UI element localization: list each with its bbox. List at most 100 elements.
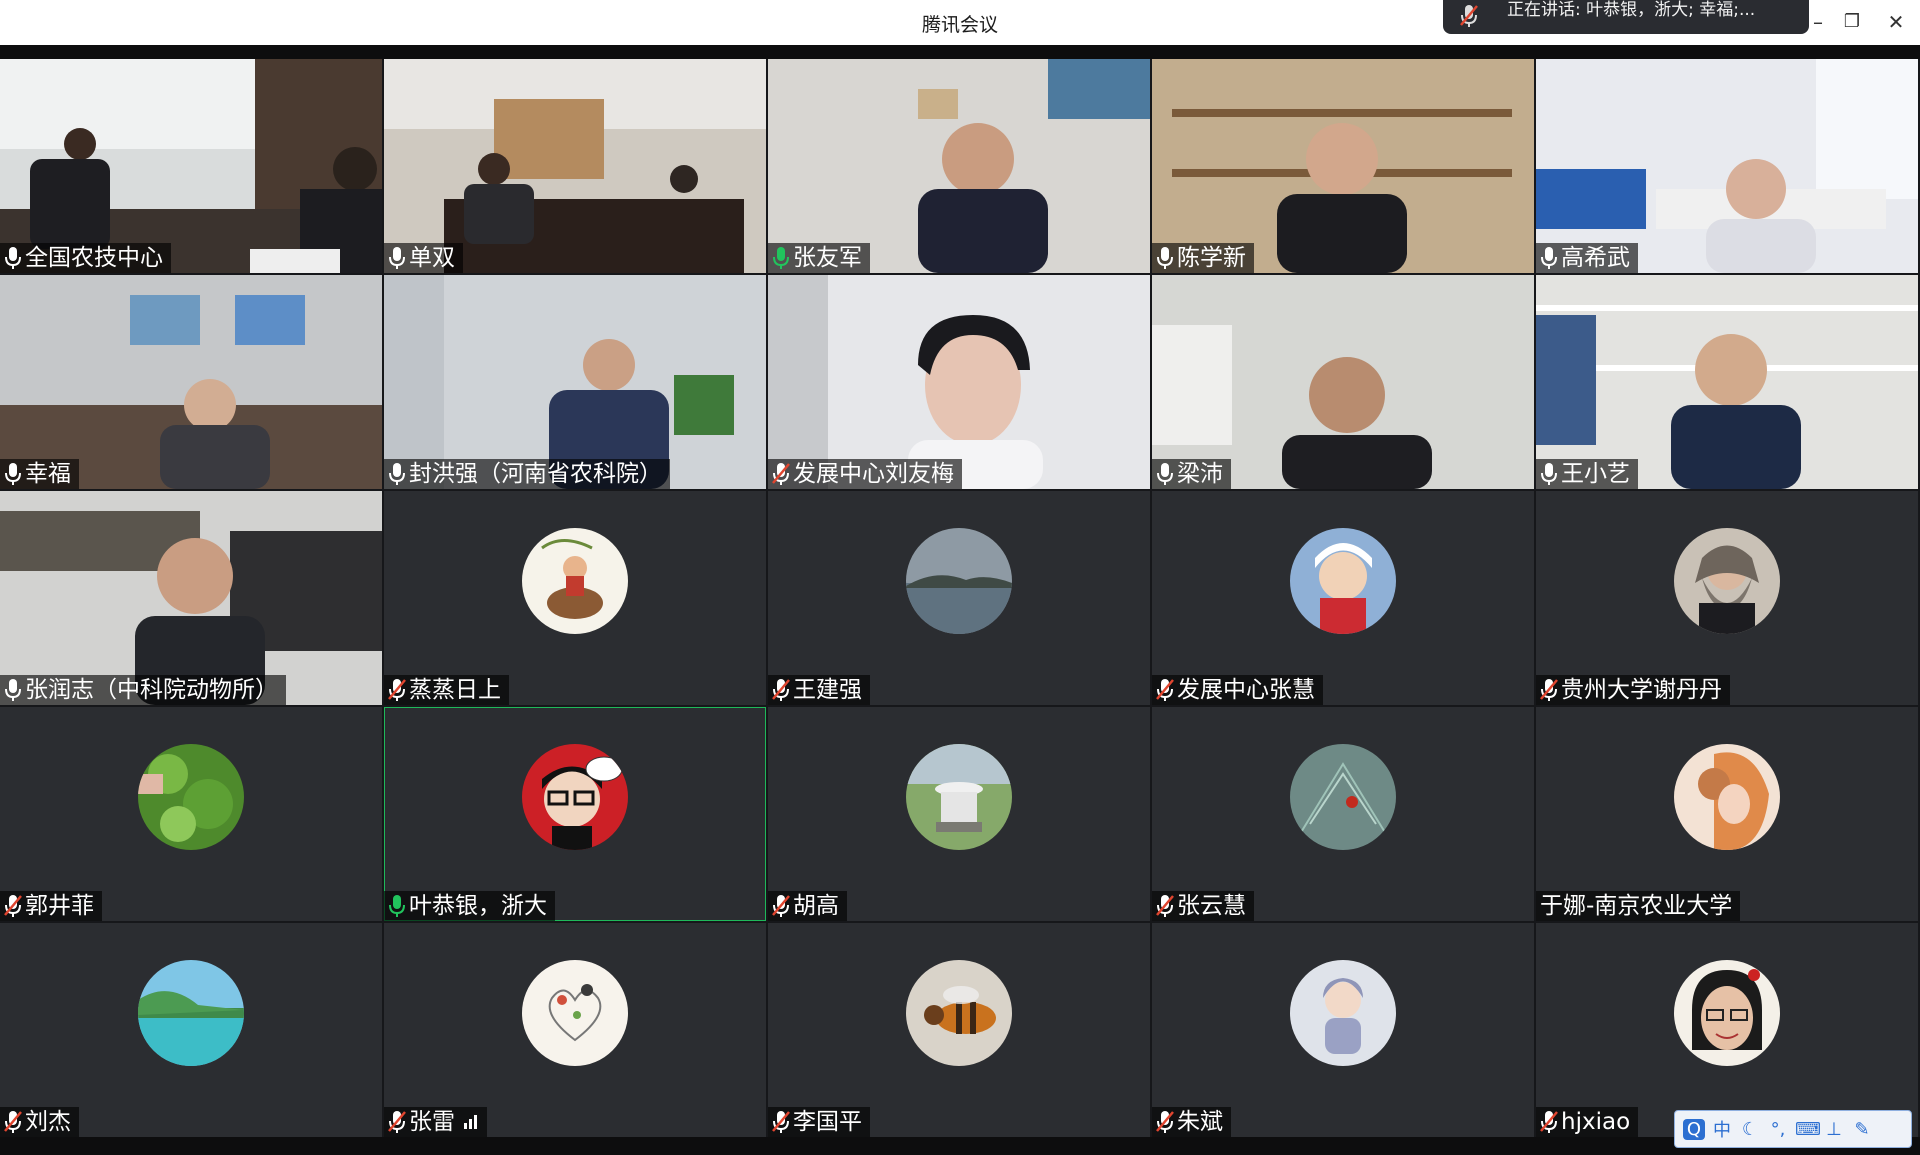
bottom-bar xyxy=(0,1137,1920,1155)
name-tag: 张云慧 xyxy=(1152,891,1254,921)
participant-tile[interactable]: 全国农技中心 xyxy=(0,59,382,273)
mic-icon xyxy=(1156,462,1174,486)
participant-tile[interactable]: 张友军 xyxy=(768,59,1150,273)
keyboard-icon[interactable]: ⌨ xyxy=(1795,1119,1821,1140)
participant-name: 刘杰 xyxy=(25,1109,71,1135)
name-tag: 陈学新 xyxy=(1152,243,1254,273)
participant-name: 发展中心张慧 xyxy=(1177,677,1315,703)
mic-icon xyxy=(4,246,22,270)
participant-tile[interactable]: 单双 xyxy=(384,59,766,273)
name-tag: 单双 xyxy=(384,243,463,273)
participant-tile[interactable]: 贵州大学谢丹丹 xyxy=(1536,491,1918,705)
name-tag: 朱斌 xyxy=(1152,1107,1231,1137)
participant-name: 朱斌 xyxy=(1177,1109,1223,1135)
ime-lang[interactable]: 中 xyxy=(1711,1116,1733,1142)
video-feed xyxy=(1152,59,1534,273)
participant-tile[interactable]: 梁沛 xyxy=(1152,275,1534,489)
participant-tile[interactable]: 发展中心刘友梅 xyxy=(768,275,1150,489)
mic-icon xyxy=(1540,462,1558,486)
name-tag: 叶恭银，浙大 xyxy=(384,891,555,921)
participant-tile[interactable]: 幸福 xyxy=(0,275,382,489)
mic-muted-icon xyxy=(1156,678,1174,702)
mic-icon xyxy=(388,894,406,918)
name-tag: 发展中心张慧 xyxy=(1152,675,1323,705)
participant-name: 梁沛 xyxy=(1177,461,1223,487)
participant-name: 张友军 xyxy=(793,245,862,271)
participant-tile[interactable]: 张云慧 xyxy=(1152,707,1534,921)
restore-button[interactable]: ❐ xyxy=(1838,8,1866,36)
participant-tile[interactable]: 发展中心张慧 xyxy=(1152,491,1534,705)
avatar xyxy=(522,960,628,1066)
speaking-indicator: 正在讲话: 叶恭银，浙大; 幸福;... xyxy=(1443,0,1809,34)
participant-tile[interactable]: 刘杰 xyxy=(0,923,382,1137)
participant-tile[interactable]: 王建强 xyxy=(768,491,1150,705)
participant-name: 王建强 xyxy=(793,677,862,703)
name-tag: 高希武 xyxy=(1536,243,1638,273)
video-feed xyxy=(1152,275,1534,489)
participant-name: 郭井菲 xyxy=(25,893,94,919)
participant-tile[interactable]: 王小艺 xyxy=(1536,275,1918,489)
mic-icon xyxy=(4,678,22,702)
avatar xyxy=(906,744,1012,850)
mic-muted-icon xyxy=(1156,894,1174,918)
participant-tile[interactable]: 李国平 xyxy=(768,923,1150,1137)
participant-tile[interactable]: 叶恭银，浙大 xyxy=(384,707,766,921)
split-icon[interactable]: ⊥ xyxy=(1823,1119,1845,1140)
ime-logo-icon[interactable]: Q xyxy=(1683,1118,1705,1140)
video-feed xyxy=(384,275,766,489)
video-feed xyxy=(768,59,1150,273)
mic-muted-icon xyxy=(1540,1110,1558,1134)
participant-tile[interactable]: 高希武 xyxy=(1536,59,1918,273)
wrench-icon[interactable]: ✎ xyxy=(1851,1119,1873,1140)
participant-name: 蒸蒸日上 xyxy=(409,677,501,703)
participant-tile[interactable]: 于娜-南京农业大学 xyxy=(1536,707,1918,921)
ime-toolbar[interactable]: Q 中 ☾ °, ⌨ ⊥ ✎ xyxy=(1674,1110,1912,1148)
participant-tile[interactable]: 陈学新 xyxy=(1152,59,1534,273)
participant-name: hjxiao xyxy=(1561,1109,1631,1135)
participant-tile[interactable]: hjxiao xyxy=(1536,923,1918,1137)
participant-name: 胡高 xyxy=(793,893,839,919)
avatar xyxy=(138,960,244,1066)
video-feed xyxy=(0,59,382,273)
avatar xyxy=(138,744,244,850)
participant-name: 陈学新 xyxy=(1177,245,1246,271)
participant-tile[interactable]: 郭井菲 xyxy=(0,707,382,921)
participant-tile[interactable]: 朱斌 xyxy=(1152,923,1534,1137)
participant-tile[interactable]: 蒸蒸日上 xyxy=(384,491,766,705)
name-tag: 李国平 xyxy=(768,1107,870,1137)
avatar xyxy=(1674,528,1780,634)
participant-name: 于娜-南京农业大学 xyxy=(1540,893,1733,919)
participant-tile[interactable]: 张雷 xyxy=(384,923,766,1137)
top-divider xyxy=(0,45,1920,59)
name-tag: 王小艺 xyxy=(1536,459,1638,489)
name-tag: 全国农技中心 xyxy=(0,243,171,273)
mic-muted-icon xyxy=(388,1110,406,1134)
mic-icon xyxy=(4,462,22,486)
avatar xyxy=(1674,744,1780,850)
avatar xyxy=(1290,744,1396,850)
participant-name: 高希武 xyxy=(1561,245,1630,271)
participant-name: 李国平 xyxy=(793,1109,862,1135)
name-tag: 郭井菲 xyxy=(0,891,102,921)
participant-tile[interactable]: 张润志（中科院动物所） xyxy=(0,491,382,705)
video-feed xyxy=(1536,275,1918,489)
moon-icon[interactable]: ☾ xyxy=(1739,1119,1761,1140)
video-feed xyxy=(0,491,382,705)
mic-muted-icon xyxy=(772,462,790,486)
avatar xyxy=(1674,960,1780,1066)
video-feed xyxy=(0,275,382,489)
name-tag: 贵州大学谢丹丹 xyxy=(1536,675,1730,705)
name-tag: 胡高 xyxy=(768,891,847,921)
mic-muted-icon xyxy=(772,1110,790,1134)
avatar xyxy=(906,528,1012,634)
name-tag: 于娜-南京农业大学 xyxy=(1536,891,1741,921)
name-tag: 王建强 xyxy=(768,675,870,705)
name-tag: 蒸蒸日上 xyxy=(384,675,509,705)
close-button[interactable]: ✕ xyxy=(1882,8,1910,36)
participant-tile[interactable]: 封洪强（河南省农科院） xyxy=(384,275,766,489)
mic-muted-icon xyxy=(1460,5,1478,27)
avatar xyxy=(522,744,628,850)
punctuation-icon[interactable]: °, xyxy=(1767,1119,1789,1140)
speaking-text: 正在讲话: 叶恭银，浙大; 幸福;... xyxy=(1507,0,1756,20)
participant-tile[interactable]: 胡高 xyxy=(768,707,1150,921)
